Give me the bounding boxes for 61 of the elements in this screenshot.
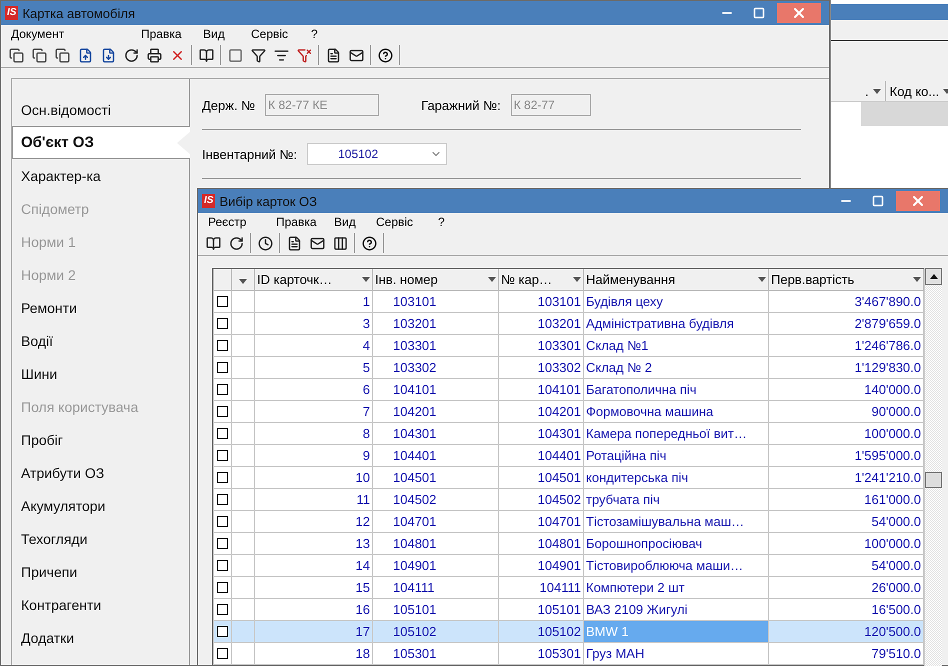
sidebar-item[interactable]: Техогляди	[12, 522, 189, 555]
sidebar-item[interactable]: Акумулятори	[12, 489, 189, 522]
app-logo: IS	[202, 194, 216, 208]
menu-item[interactable]: Документ	[11, 27, 141, 41]
table-row[interactable]: 8 104301 104301 Камера попередньої вит… 100'000.0	[214, 422, 924, 444]
sidebar-item[interactable]: Водії	[12, 324, 189, 357]
menu-item[interactable]: Вид	[203, 27, 251, 41]
column-header[interactable]: .	[861, 81, 886, 101]
table-row[interactable]: 7 104201 104201 Формовочна машина 90'000.0	[214, 400, 924, 422]
table-row[interactable]: 17 105102 105102 BMW 1 120'500.0	[214, 620, 924, 642]
sidebar-item[interactable]: Пробіг	[12, 423, 189, 456]
column-header[interactable]: Інв. номер	[372, 269, 498, 290]
table-row[interactable]: 3 103201 103201 Адміністративна будівля 2'879'659.0	[214, 312, 924, 334]
table-cell: 18	[254, 642, 372, 664]
menu-item[interactable]: Реєстр	[208, 215, 276, 229]
table-row[interactable]: 10 104501 104501 кондитерська піч 1'241'210.0	[214, 466, 924, 488]
column-header[interactable]: Перв.вартість	[768, 269, 924, 290]
menu-item[interactable]: ?	[438, 215, 458, 229]
menu-item[interactable]: Вид	[334, 215, 376, 229]
menu-item[interactable]: Сервіс	[251, 27, 311, 41]
menu-item[interactable]: Сервіс	[376, 215, 438, 229]
table-row[interactable]: 11 104502 104502 трубчата піч 161'000.0	[214, 488, 924, 510]
field-label: Гаражний №:	[421, 98, 501, 112]
table-cell: 105301	[498, 642, 584, 664]
sidebar-item[interactable]: Причепи	[12, 555, 189, 588]
sidebar-item[interactable]: Шини	[12, 357, 189, 390]
sidebar-item[interactable]: Об'єкт ОЗ	[12, 126, 190, 159]
table-row[interactable]: 15 104111 104111 Компютери 2 шт 26'000.0	[214, 576, 924, 598]
menu-item[interactable]: Правка	[141, 27, 203, 41]
sidebar-item[interactable]: Додатки	[12, 621, 189, 654]
column-header[interactable]: Код ко...	[886, 81, 948, 101]
sidebar-item[interactable]: Контрагенти	[12, 588, 189, 621]
table-row[interactable]: 5 103302 103302 Склад № 2 1'129'830.0	[214, 356, 924, 378]
menu-item[interactable]: ?	[311, 27, 331, 41]
window-title: Вибір карток ОЗ	[219, 194, 318, 208]
column-header[interactable]: № кар…	[498, 269, 584, 290]
column-header[interactable]: ID карточк…	[254, 269, 372, 290]
window-title: Картка автомобіля	[22, 6, 136, 20]
table-row[interactable]: 4 103301 103301 Склад №1 1'246'786.0	[214, 334, 924, 356]
field-label: Держ. №	[202, 98, 256, 112]
table-row[interactable]: 1 103101 103101 Будівля цеху 3'467'890.0	[214, 290, 924, 312]
app-logo: IS	[5, 6, 18, 20]
table-cell: 105301	[372, 642, 498, 664]
table-cell: BMW 1	[584, 620, 768, 642]
sidebar-item[interactable]: Характер-ка	[12, 159, 189, 192]
field-label: Інвентарний №:	[202, 146, 298, 162]
table-row[interactable]: 9 104401 104401 Ротаційна піч 1'595'000.0	[214, 444, 924, 466]
dropdown-field[interactable]: 105102	[307, 143, 448, 165]
table-row[interactable]: 13 104801 104801 Борошнопросіювач 100'000.0	[214, 532, 924, 554]
sidebar-item[interactable]: Осн.відомості	[12, 93, 189, 126]
column-header[interactable]: Найменування	[584, 269, 768, 290]
table-row[interactable]: 14 104901 104901 Тістовироблююча маши… 54'000.0	[214, 554, 924, 576]
table-row[interactable]: 18 105301 105301 Груз МАН 79'510.0	[214, 642, 924, 664]
table-cell: Груз МАН	[584, 642, 768, 664]
table-row[interactable]: 16 105101 105101 ВАЗ 2109 Жигулі 16'500.0	[214, 598, 924, 620]
sidebar-item[interactable]: Атрибути ОЗ	[12, 456, 189, 489]
table-cell: 79'510.0	[768, 642, 924, 664]
table-row[interactable]: 12 104701 104701 Тістозамішувальна маш… 54'000.0	[214, 510, 924, 532]
table-row[interactable]: 6 104101 104101 Багатополична піч 140'000.0	[214, 378, 924, 400]
sidebar-item[interactable]: Ремонти	[12, 291, 189, 324]
menu-item[interactable]: Правка	[276, 215, 334, 229]
